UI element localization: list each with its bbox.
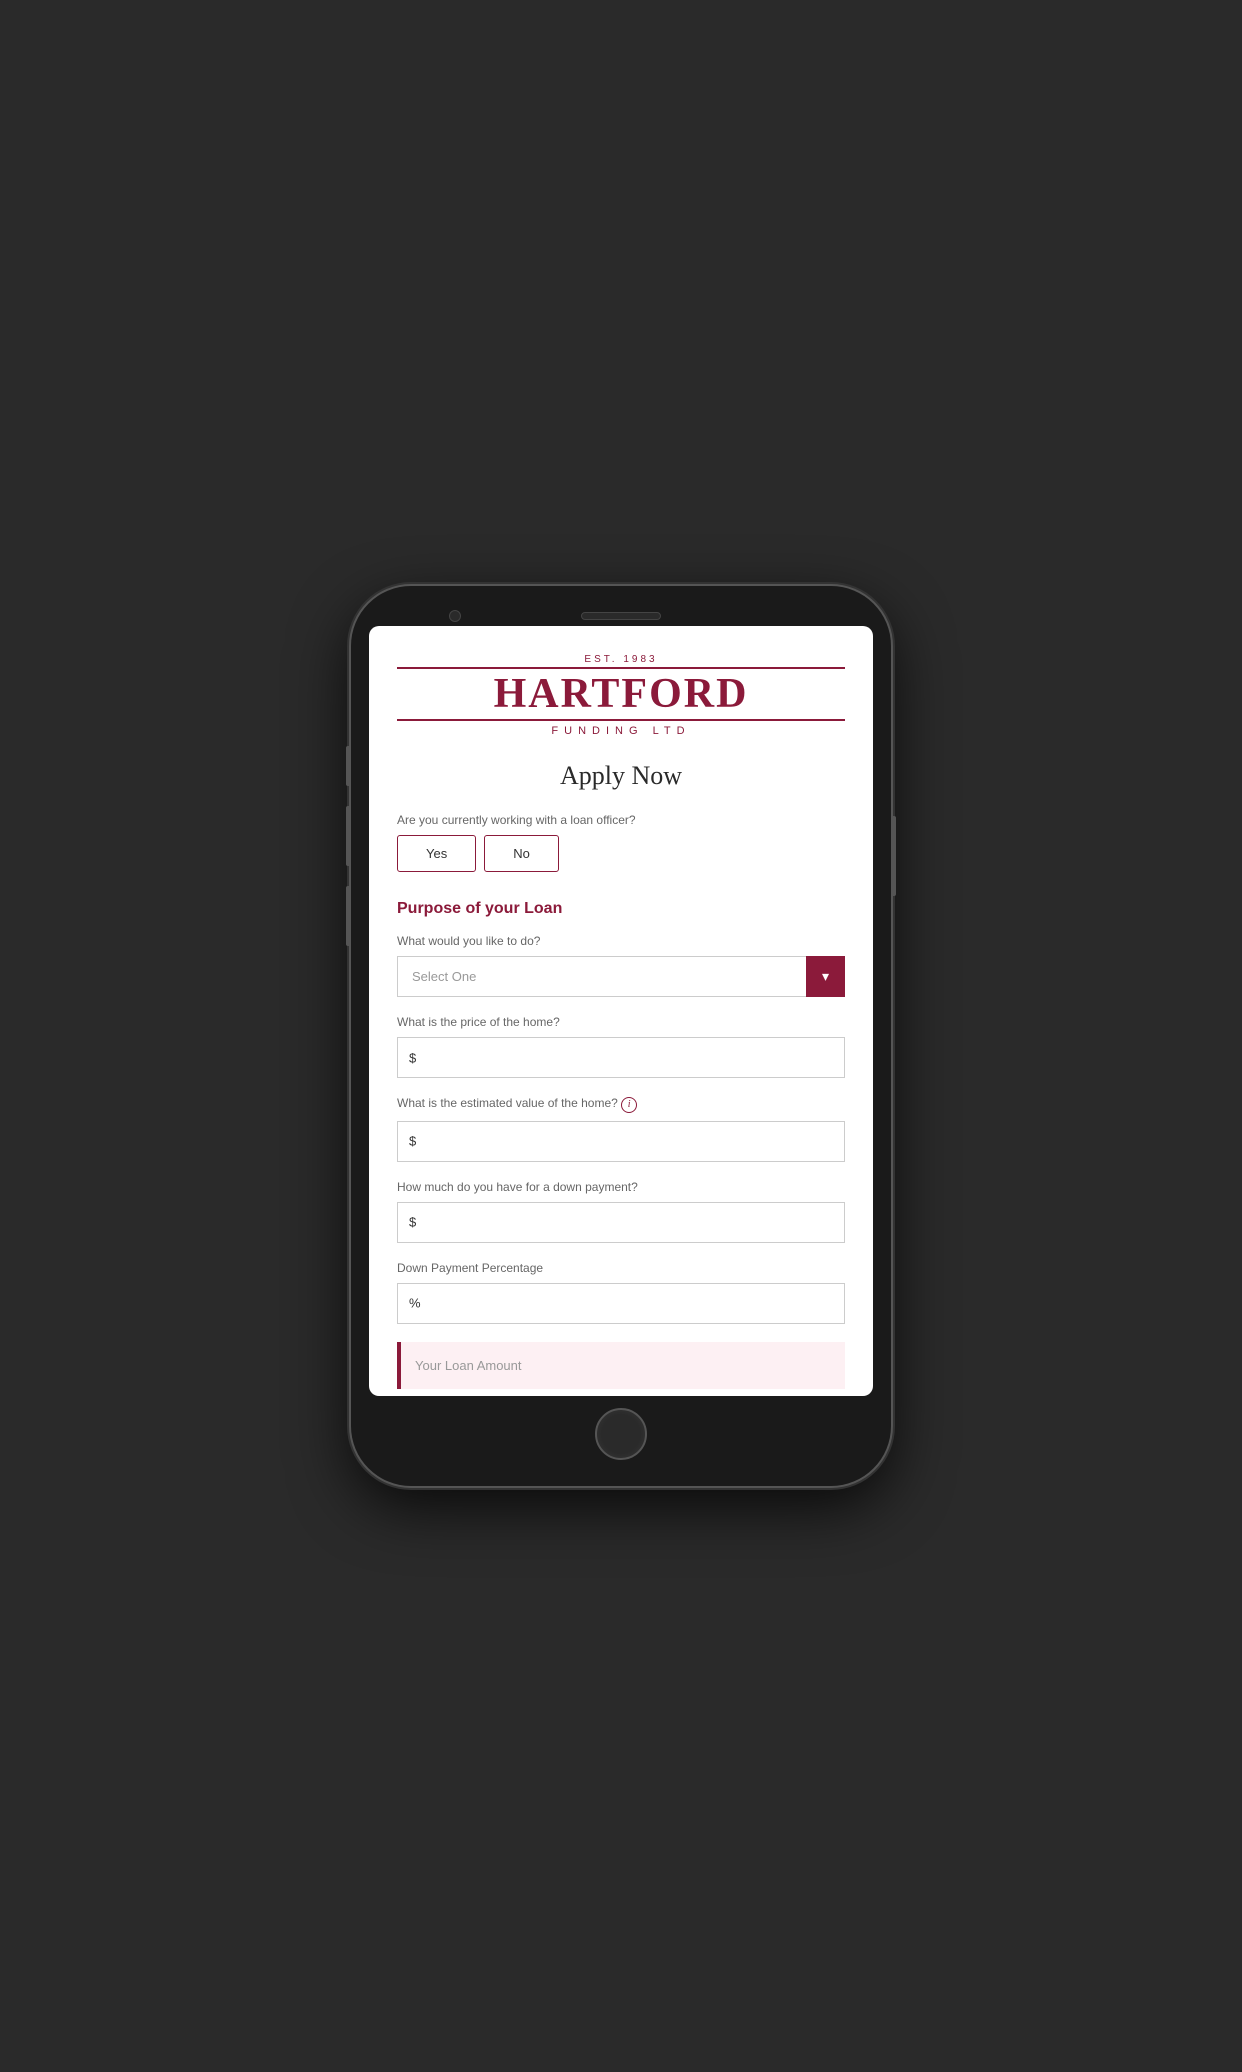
info-icon[interactable]: i (621, 1097, 637, 1113)
front-camera (449, 610, 461, 622)
home-price-group: What is the price of the home? $ (397, 1015, 845, 1078)
yes-button[interactable]: Yes (397, 835, 476, 872)
power-button (892, 816, 896, 896)
phone-frame: EST. 1983 HARTFORD FUNDING LTD Apply Now… (351, 586, 891, 1486)
estimated-value-label: What is the estimated value of the home?… (397, 1096, 845, 1113)
down-payment-input[interactable] (397, 1202, 845, 1243)
down-payment-pct-label: Down Payment Percentage (397, 1261, 845, 1275)
phone-top-bar (369, 604, 873, 626)
estimated-value-group: What is the estimated value of the home?… (397, 1096, 845, 1162)
home-price-dollar-sign: $ (409, 1050, 416, 1065)
down-payment-pct-input[interactable] (397, 1283, 845, 1324)
loan-officer-question: Are you currently working with a loan of… (397, 813, 845, 827)
page-title: Apply Now (397, 761, 845, 791)
loan-amount-label: Your Loan Amount (415, 1358, 522, 1373)
down-payment-label: How much do you have for a down payment? (397, 1180, 845, 1194)
chevron-down-icon: ▾ (822, 968, 829, 985)
logo-sub: FUNDING LTD (397, 725, 845, 737)
loan-officer-group: Are you currently working with a loan of… (397, 813, 845, 872)
phone-bottom (369, 1396, 873, 1468)
home-price-input-wrapper: $ (397, 1037, 845, 1078)
down-payment-input-wrapper: $ (397, 1202, 845, 1243)
select-dropdown-button[interactable]: ▾ (806, 956, 845, 997)
phone-screen: EST. 1983 HARTFORD FUNDING LTD Apply Now… (369, 626, 873, 1396)
down-payment-dollar-sign: $ (409, 1215, 416, 1230)
estimated-value-input-wrapper: $ (397, 1121, 845, 1162)
percent-sign: % (409, 1296, 421, 1311)
no-button[interactable]: No (484, 835, 559, 872)
loan-amount-box: Your Loan Amount (397, 1342, 845, 1389)
select-wrapper: Select One ▾ (397, 956, 845, 997)
earpiece-speaker (581, 612, 661, 620)
logo-name: HARTFORD (397, 667, 845, 721)
yes-no-row: Yes No (397, 835, 845, 872)
estimated-value-input[interactable] (397, 1121, 845, 1162)
logo-area: EST. 1983 HARTFORD FUNDING LTD (397, 654, 845, 737)
silent-button (346, 886, 350, 946)
down-payment-group: How much do you have for a down payment?… (397, 1180, 845, 1243)
section-title: Purpose of your Loan (397, 900, 845, 918)
loan-purpose-select[interactable]: Select One (397, 956, 806, 997)
loan-purpose-group: What would you like to do? Select One ▾ (397, 934, 845, 997)
volume-up-button (346, 746, 350, 786)
logo-est: EST. 1983 (397, 654, 845, 665)
down-payment-pct-group: Down Payment Percentage % (397, 1261, 845, 1324)
estimated-value-dollar-sign: $ (409, 1134, 416, 1149)
home-price-label: What is the price of the home? (397, 1015, 845, 1029)
what-to-do-label: What would you like to do? (397, 934, 845, 948)
volume-down-button (346, 806, 350, 866)
app-content: EST. 1983 HARTFORD FUNDING LTD Apply Now… (369, 626, 873, 1396)
home-button[interactable] (595, 1408, 647, 1460)
down-payment-pct-input-wrapper: % (397, 1283, 845, 1324)
home-price-input[interactable] (397, 1037, 845, 1078)
